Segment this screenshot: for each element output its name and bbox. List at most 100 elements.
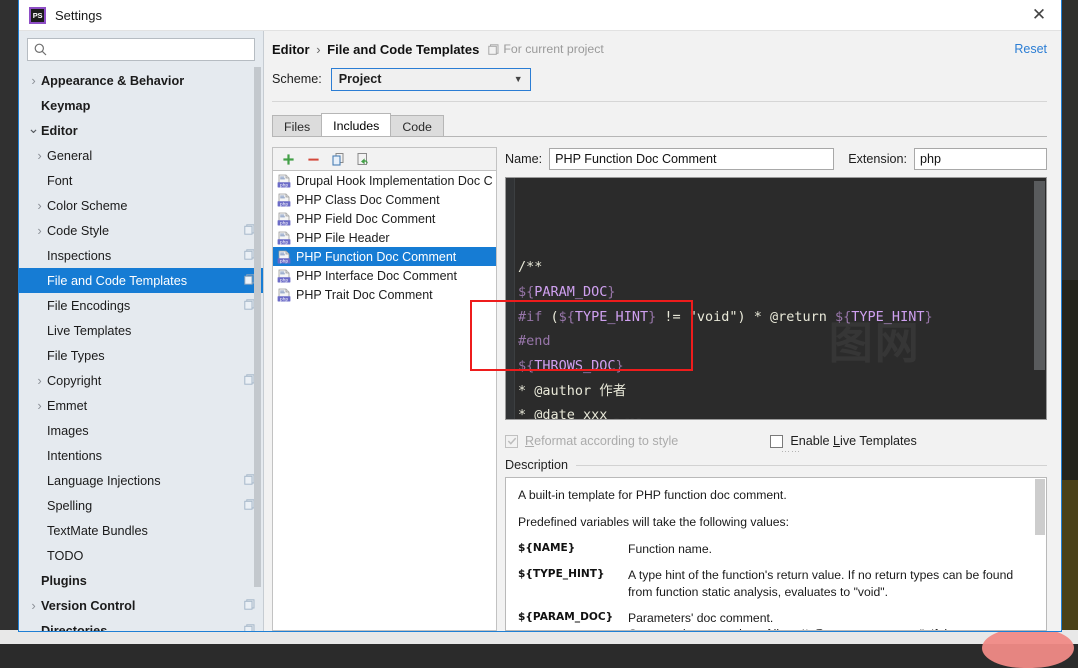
- copy-template-button[interactable]: [327, 149, 349, 169]
- sidebar-item-label: Keymap: [41, 99, 90, 113]
- sidebar-item-file-encodings[interactable]: File Encodings: [19, 293, 263, 318]
- chevron-right-icon[interactable]: ›: [26, 74, 41, 87]
- list-item[interactable]: phpPHP Class Doc Comment: [273, 190, 496, 209]
- scheme-dropdown[interactable]: Project ▼: [331, 68, 531, 91]
- php-file-icon: php: [277, 174, 291, 188]
- php-file-icon: php: [277, 250, 291, 264]
- sidebar-scrollbar[interactable]: [254, 67, 261, 627]
- settings-content-pane: Editor › File and Code Templates For cur…: [264, 31, 1061, 631]
- sidebar-item-live-templates[interactable]: Live Templates: [19, 318, 263, 343]
- description-panel[interactable]: A built-in template for PHP function doc…: [505, 477, 1047, 631]
- template-name: PHP File Header: [296, 231, 390, 245]
- sidebar-item-label: TODO: [47, 549, 83, 563]
- description-header: Description: [505, 458, 1047, 472]
- description-scrollbar-thumb[interactable]: [1035, 479, 1045, 535]
- chevron-right-icon[interactable]: ›: [32, 374, 47, 387]
- sidebar-item-plugins[interactable]: Plugins: [19, 568, 263, 593]
- sidebar-item-images[interactable]: Images: [19, 418, 263, 443]
- reformat-checkbox[interactable]: Reformat according to style: [505, 434, 678, 448]
- description-variable-row: ${NAME}Function name.: [518, 541, 1032, 557]
- description-variable-row: ${PARAM_DOC}Parameters' doc comment.Gene…: [518, 610, 1032, 631]
- sidebar-item-label: Plugins: [41, 574, 87, 588]
- splitter-handle[interactable]: ⋯⋯: [781, 449, 803, 454]
- template-list[interactable]: phpDrupal Hook Implementation Doc CphpPH…: [272, 170, 497, 631]
- description-paragraph: Predefined variables will take the follo…: [518, 514, 1032, 530]
- editor-scrollbar-thumb[interactable]: [1034, 181, 1045, 370]
- description-content: A built-in template for PHP function doc…: [506, 478, 1046, 631]
- code-token: ${: [835, 309, 851, 325]
- chevron-right-icon[interactable]: ›: [32, 199, 47, 212]
- template-code-editor[interactable]: /**${PARAM_DOC}#if (${TYPE_HINT} != "voi…: [505, 177, 1047, 420]
- code-editor-text[interactable]: /**${PARAM_DOC}#if (${TYPE_HINT} != "voi…: [515, 178, 1046, 419]
- sidebar-item-inspections[interactable]: Inspections: [19, 243, 263, 268]
- sidebar-item-language-injections[interactable]: Language Injections: [19, 468, 263, 493]
- live-templates-label: Enable Live Templates: [790, 434, 917, 448]
- tab-includes[interactable]: Includes: [321, 113, 391, 137]
- sidebar-scrollbar-thumb[interactable]: [254, 67, 261, 587]
- name-extension-row: Name: Extension:: [505, 147, 1047, 171]
- description-variable-row: ${TYPE_HINT}A type hint of the function'…: [518, 567, 1032, 599]
- tab-label: Files: [284, 120, 310, 134]
- sidebar-item-keymap[interactable]: Keymap: [19, 93, 263, 118]
- sidebar-item-spelling[interactable]: Spelling: [19, 493, 263, 518]
- search-input[interactable]: [52, 42, 248, 58]
- remove-template-button[interactable]: [302, 149, 324, 169]
- chevron-right-icon[interactable]: ›: [32, 224, 47, 237]
- breadcrumb-parent[interactable]: Editor: [272, 42, 310, 57]
- sidebar-item-label: TextMate Bundles: [47, 524, 148, 538]
- dialog-title-bar: PS Settings ✕: [19, 0, 1061, 31]
- sidebar-item-general[interactable]: ›General: [19, 143, 263, 168]
- decorative-blob: [982, 628, 1074, 668]
- search-container: [19, 31, 263, 67]
- code-token: }: [607, 284, 615, 300]
- name-input[interactable]: [549, 148, 834, 170]
- sidebar-item-textmate-bundles[interactable]: TextMate Bundles: [19, 518, 263, 543]
- reset-template-button[interactable]: [352, 149, 374, 169]
- template-name: PHP Class Doc Comment: [296, 193, 440, 207]
- sidebar-item-appearance-behavior[interactable]: ›Appearance & Behavior: [19, 68, 263, 93]
- tab-files[interactable]: Files: [272, 115, 322, 137]
- scheme-row: Scheme: Project ▼: [272, 64, 1047, 94]
- dialog-body: ›Appearance & BehaviorKeymap⌄Editor›Gene…: [19, 31, 1061, 631]
- checkbox-box: [505, 435, 518, 448]
- list-item[interactable]: phpPHP Function Doc Comment: [273, 247, 496, 266]
- extension-input[interactable]: [914, 148, 1047, 170]
- template-name: PHP Interface Doc Comment: [296, 269, 457, 283]
- description-scrollbar[interactable]: [1035, 479, 1045, 629]
- sidebar-item-label: File Types: [47, 349, 105, 363]
- list-item[interactable]: phpPHP File Header: [273, 228, 496, 247]
- list-item[interactable]: phpPHP Trait Doc Comment: [273, 285, 496, 304]
- chevron-right-icon[interactable]: ›: [32, 399, 47, 412]
- list-item[interactable]: phpPHP Field Doc Comment: [273, 209, 496, 228]
- header-divider: [272, 101, 1047, 102]
- sidebar-item-label: Appearance & Behavior: [41, 74, 184, 88]
- sidebar-item-emmet[interactable]: ›Emmet: [19, 393, 263, 418]
- sidebar-item-directories[interactable]: Directories: [19, 618, 263, 631]
- code-token: /**: [518, 259, 542, 275]
- code-editor-surface[interactable]: /**${PARAM_DOC}#if (${TYPE_HINT} != "voi…: [506, 178, 1046, 419]
- close-icon[interactable]: ✕: [1017, 0, 1061, 31]
- editor-scrollbar[interactable]: [1034, 179, 1045, 418]
- chevron-right-icon[interactable]: ›: [32, 149, 47, 162]
- list-item[interactable]: phpDrupal Hook Implementation Doc C: [273, 171, 496, 190]
- sidebar-item-version-control[interactable]: ›Version Control: [19, 593, 263, 618]
- tab-code[interactable]: Code: [390, 115, 444, 137]
- add-template-button[interactable]: [277, 149, 299, 169]
- sidebar-item-font[interactable]: Font: [19, 168, 263, 193]
- template-name: PHP Field Doc Comment: [296, 212, 435, 226]
- sidebar-item-intentions[interactable]: Intentions: [19, 443, 263, 468]
- sidebar-item-file-types[interactable]: File Types: [19, 343, 263, 368]
- sidebar-item-color-scheme[interactable]: ›Color Scheme: [19, 193, 263, 218]
- list-item[interactable]: phpPHP Interface Doc Comment: [273, 266, 496, 285]
- sidebar-item-copyright[interactable]: ›Copyright: [19, 368, 263, 393]
- sidebar-item-label: Spelling: [47, 499, 92, 513]
- reset-link[interactable]: Reset: [1014, 42, 1047, 56]
- search-box[interactable]: [27, 38, 255, 61]
- chevron-right-icon[interactable]: ›: [26, 599, 41, 612]
- chevron-down-icon[interactable]: ⌄: [26, 121, 41, 135]
- sidebar-item-editor[interactable]: ⌄Editor: [19, 118, 263, 143]
- sidebar-item-todo[interactable]: TODO: [19, 543, 263, 568]
- sidebar-item-code-style[interactable]: ›Code Style: [19, 218, 263, 243]
- sidebar-item-file-and-code-templates[interactable]: File and Code Templates: [19, 268, 263, 293]
- code-token: THROWS_DOC: [534, 358, 615, 374]
